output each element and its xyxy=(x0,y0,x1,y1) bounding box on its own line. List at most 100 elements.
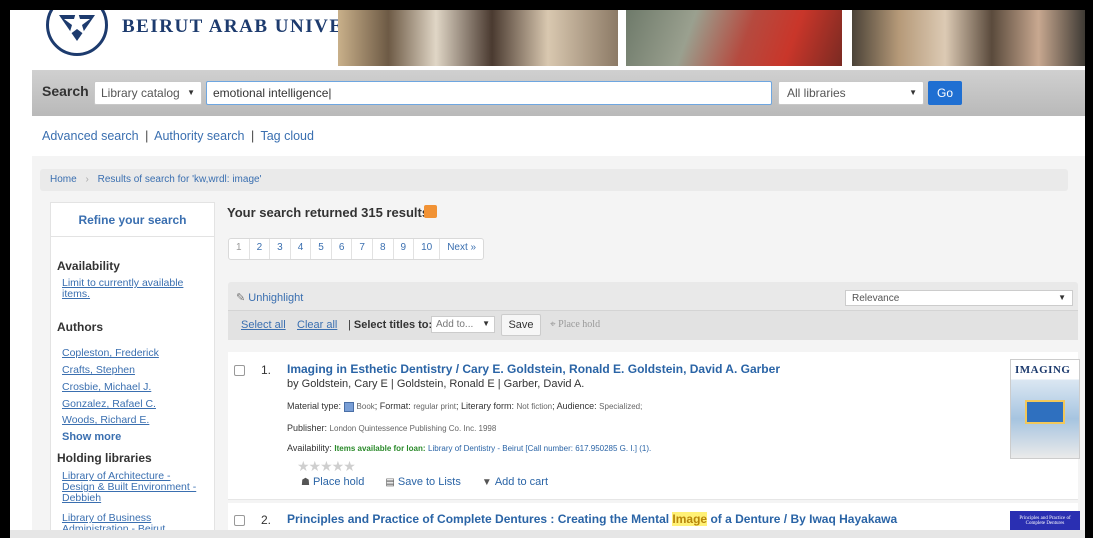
add-to-cart-text: Add to cart xyxy=(494,476,549,488)
rss-feed-icon[interactable] xyxy=(424,205,437,218)
result-number: 1. xyxy=(261,363,272,377)
publisher-value: London Quintessence Publishing Co. Inc. … xyxy=(329,424,497,433)
clear-all-link[interactable]: Clear all xyxy=(297,319,337,331)
sort-select[interactable]: Relevance ▼ xyxy=(845,290,1073,306)
availability-heading: Availability xyxy=(57,259,120,273)
place-hold-action[interactable]: ☗ Place hold xyxy=(301,476,364,488)
search-bar: Search Library catalog ▼ emotional intel… xyxy=(32,70,1085,116)
place-hold-button-disabled: ⌖ Place hold xyxy=(550,319,600,330)
result-row: 1. Imaging in Esthetic Dentistry / Cary … xyxy=(228,352,1080,500)
title-text: Principles and Practice of Complete Dent… xyxy=(287,512,673,526)
go-button[interactable]: Go xyxy=(928,81,962,105)
tag-cloud-link[interactable]: Tag cloud xyxy=(260,129,314,143)
author-link[interactable]: Crosbie, Michael J. xyxy=(62,382,204,393)
literary-label: ; Literary form: xyxy=(456,401,515,411)
page-link[interactable]: 5 xyxy=(311,239,332,259)
page-link[interactable]: 7 xyxy=(352,239,373,259)
results-count: Your search returned 315 results. xyxy=(227,205,433,220)
show-more-link[interactable]: Show more xyxy=(62,431,121,443)
page-link[interactable]: 10 xyxy=(414,239,441,259)
availability-status: Items available for loan: xyxy=(334,444,426,453)
availability-detail-link[interactable]: Library of Dentistry - Beirut [Call numb… xyxy=(428,444,651,453)
hold-icon: ⌖ xyxy=(550,319,556,330)
author-link[interactable]: Copleston, Frederick xyxy=(62,348,204,359)
page-link[interactable]: 6 xyxy=(332,239,353,259)
authority-search-link[interactable]: Authority search xyxy=(154,129,244,143)
cart-icon: ▼ xyxy=(481,477,492,488)
result-availability-line: Availability: Items available for loan: … xyxy=(287,443,651,453)
book-cover-image[interactable]: Principles and Practice of Complete Dent… xyxy=(1010,511,1080,532)
result-checkbox[interactable] xyxy=(234,365,245,376)
hold-icon: ☗ xyxy=(301,477,310,488)
add-to-select-value: Add to... xyxy=(436,319,474,330)
search-links: Advanced search | Authority search | Tag… xyxy=(42,129,314,143)
page-link[interactable]: 8 xyxy=(373,239,394,259)
limit-available-link[interactable]: Limit to currently available items. xyxy=(62,278,204,300)
chevron-down-icon: ▼ xyxy=(909,88,917,97)
next-page-link[interactable]: Next » xyxy=(440,239,483,259)
pencil-icon: ✎ xyxy=(236,292,246,304)
university-logo[interactable] xyxy=(46,10,108,56)
university-banner: BEIRUT ARAB UNIVERSITY xyxy=(10,10,1085,68)
search-input[interactable]: emotional intelligence| xyxy=(206,81,772,105)
holding-libraries-heading: Holding libraries xyxy=(57,451,152,465)
rating-stars[interactable]: ★★★★★ xyxy=(297,458,356,475)
chevron-down-icon: ▼ xyxy=(482,319,490,328)
title-text: of a Denture / By Iwaq Hayakawa xyxy=(707,512,898,526)
audience-value: Specialized; xyxy=(599,402,643,411)
results-toolbar: ✎ Unhighlight Relevance ▼ Select all Cle… xyxy=(228,282,1078,340)
author-link[interactable]: Gonzalez, Rafael C. xyxy=(62,399,204,410)
authors-heading: Authors xyxy=(57,320,103,334)
add-to-cart-action[interactable]: ▼ Add to cart xyxy=(482,476,548,488)
book-cover-image[interactable]: IMAGING xyxy=(1010,359,1080,459)
book-icon xyxy=(343,401,354,412)
link-separator: | xyxy=(145,129,149,143)
result-checkbox[interactable] xyxy=(234,515,245,526)
publisher-label: Publisher: xyxy=(287,423,328,433)
holding-library-link[interactable]: Library of Architecture - Design & Built… xyxy=(62,471,204,504)
list-icon: ▤ xyxy=(385,477,395,488)
cover-title: IMAGING xyxy=(1015,364,1071,376)
select-titles-text: Select titles to: xyxy=(353,319,433,331)
search-query: emotional intelligence xyxy=(213,86,329,100)
availability-label: Availability: xyxy=(287,443,332,453)
result-title-link[interactable]: Imaging in Esthetic Dentistry / Cary E. … xyxy=(287,362,780,376)
result-authors: by Goldstein, Cary E | Goldstein, Ronald… xyxy=(287,378,585,390)
unhighlight-button[interactable]: ✎ Unhighlight xyxy=(236,291,303,304)
advanced-search-link[interactable]: Advanced search xyxy=(42,129,139,143)
taskbar-strip xyxy=(10,530,1085,538)
author-link[interactable]: Crafts, Stephen xyxy=(62,365,204,376)
page-link[interactable]: 3 xyxy=(270,239,291,259)
campus-photo-students xyxy=(338,10,618,66)
breadcrumb-home[interactable]: Home xyxy=(50,174,77,185)
campus-photo-books xyxy=(626,10,842,66)
page-link[interactable]: 4 xyxy=(291,239,312,259)
link-separator: | xyxy=(250,129,255,143)
pagination: 1 2 3 4 5 6 7 8 9 10 Next » xyxy=(228,238,485,260)
save-to-lists-text: Save to Lists xyxy=(397,476,461,488)
page-link[interactable]: 2 xyxy=(250,239,271,259)
add-to-select[interactable]: Add to... ▼ xyxy=(431,316,495,333)
material-label: Material type: xyxy=(287,401,342,411)
breadcrumb-current[interactable]: Results of search for 'kw,wrdl: image' xyxy=(98,174,262,185)
literary-value: Not fiction xyxy=(516,402,553,411)
star-emblem-icon xyxy=(59,10,95,41)
material-value: Book xyxy=(356,402,375,411)
libraries-select[interactable]: All libraries ▼ xyxy=(778,81,924,105)
result-actions: ☗ Place hold ▤ Save to Lists ▼ Add to cart xyxy=(301,476,566,488)
breadcrumb: Home › Results of search for 'kw,wrdl: i… xyxy=(40,169,1068,191)
chevron-down-icon: ▼ xyxy=(187,88,195,97)
cover-illustration xyxy=(1025,400,1065,424)
refine-heading[interactable]: Refine your search xyxy=(51,203,214,237)
save-button[interactable]: Save xyxy=(501,314,541,336)
catalog-select-value: Library catalog xyxy=(101,86,180,100)
result-title-link[interactable]: Principles and Practice of Complete Dent… xyxy=(287,512,897,526)
save-to-lists-action[interactable]: ▤ Save to Lists xyxy=(385,476,460,488)
author-link[interactable]: Woods, Richard E. xyxy=(62,415,204,426)
place-hold-label: Place hold xyxy=(558,319,601,330)
audience-label: ; Audience: xyxy=(552,401,597,411)
select-all-link[interactable]: Select all xyxy=(241,319,286,331)
page-link[interactable]: 9 xyxy=(394,239,415,259)
selection-toolbar: Select all Clear all | Select titles to:… xyxy=(228,310,1078,340)
catalog-select[interactable]: Library catalog ▼ xyxy=(94,81,202,105)
